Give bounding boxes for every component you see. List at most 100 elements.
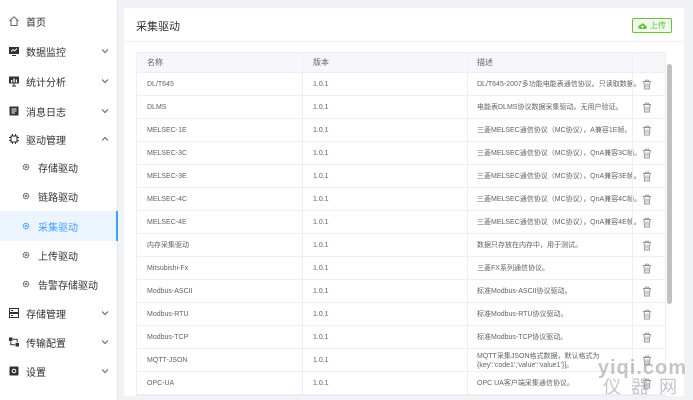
driver-description: 三菱MELSEC通信协议（MC协议），A兼容1E帧。 xyxy=(477,127,632,134)
table-row[interactable]: MQTT-JSON 1.0.1 MQTT采集JSON格式数据，默认格式为{key… xyxy=(137,349,665,372)
driver-table: 名称 版本 描述 DL/T645 1.0.1 DL/T645-2007多功能电能… xyxy=(136,52,666,396)
sidebar-item-storage-management[interactable]: 存储管理 xyxy=(0,298,118,328)
driver-description: 三菱MELSEC通信协议（MC协议），QnA兼容3C帧。 xyxy=(477,150,642,157)
chevron-down-icon xyxy=(101,109,109,114)
table-row[interactable]: MELSEC-1E 1.0.1 三菱MELSEC通信协议（MC协议），A兼容1E… xyxy=(137,119,665,142)
column-header-version: 版本 xyxy=(313,58,329,67)
table-header: 名称 版本 描述 xyxy=(137,53,665,73)
driver-name: Modbus-TCP xyxy=(147,334,189,341)
delete-icon[interactable] xyxy=(642,240,652,251)
delete-icon[interactable] xyxy=(642,125,652,136)
delete-icon[interactable] xyxy=(642,102,652,113)
driver-version: 1.0.1 xyxy=(313,173,329,180)
driver-version: 1.0.1 xyxy=(313,104,329,111)
table-row[interactable]: 内存采集驱动 1.0.1 数据只存放在内存中，用于测试。 xyxy=(137,234,665,257)
watermark-line1: yiqi.com xyxy=(597,357,687,379)
sidebar-item-label: 链路驱动 xyxy=(38,192,78,204)
chevron-down-icon xyxy=(101,311,109,316)
driver-version: 1.0.1 xyxy=(313,150,329,157)
watermark-line2: 仪器网 xyxy=(603,377,687,397)
sidebar-item-collection-driver[interactable]: 采集驱动 xyxy=(0,211,118,241)
sidebar-item-driver-management[interactable]: 驱动管理 xyxy=(0,124,118,154)
driver-description: DL/T645-2007多功能电能表通信协议。只读取数据。 xyxy=(477,81,641,88)
sidebar-item-label: 存储驱动 xyxy=(38,163,78,175)
driver-version: 1.0.1 xyxy=(313,127,329,134)
watermark: yiqi.com 仪器网 xyxy=(598,358,687,396)
chevron-down-icon xyxy=(101,49,109,54)
delete-icon[interactable] xyxy=(642,217,652,228)
table-row[interactable]: Modbus-RTU 1.0.1 标准Modbus-RTU协议驱动。 xyxy=(137,303,665,326)
driver-name: DLMS xyxy=(147,104,167,111)
sidebar-item-statistics[interactable]: 统计分析 xyxy=(0,66,118,96)
table-row[interactable]: OPC-UA 1.0.1 OPC UA客户端采集通信协议。 xyxy=(137,372,665,395)
driver-description: 标准Modbus-ASCII协议驱动。 xyxy=(477,288,572,295)
chevron-up-icon xyxy=(101,136,109,141)
sidebar-item-link-driver[interactable]: 链路驱动 xyxy=(0,181,118,211)
sidebar-item-label: 数据监控 xyxy=(26,47,66,59)
driver-description: 电能表DLMS协议数据采集驱动。无用户验证。 xyxy=(477,104,623,111)
delete-icon[interactable] xyxy=(642,263,652,274)
gear-icon xyxy=(20,190,32,202)
delete-icon[interactable] xyxy=(642,194,652,205)
sidebar-item-upload-driver[interactable]: 上传驱动 xyxy=(0,240,118,270)
gear-icon xyxy=(20,220,32,232)
sidebar-item-label: 设置 xyxy=(26,367,46,379)
driver-version: 1.0.1 xyxy=(313,380,329,387)
sidebar-item-message-log[interactable]: 消息日志 xyxy=(0,96,118,126)
table-row[interactable]: MELSEC-4C 1.0.1 三菱MELSEC通信协议（MC协议），QnA兼容… xyxy=(137,188,665,211)
driver-name: OPC-UA xyxy=(147,380,175,387)
sidebar-item-label: 传输配置 xyxy=(26,338,66,350)
table-scrollbar[interactable] xyxy=(667,64,672,304)
sidebar-item-alarm-storage-driver[interactable]: 告警存储驱动 xyxy=(0,269,118,299)
delete-icon[interactable] xyxy=(642,286,652,297)
delete-icon[interactable] xyxy=(642,148,652,159)
table-row[interactable]: DL/T645 1.0.1 DL/T645-2007多功能电能表通信协议。只读取… xyxy=(137,73,665,96)
chevron-down-icon xyxy=(101,369,109,374)
column-header-name: 名称 xyxy=(147,58,163,67)
sidebar-item-storage-driver[interactable]: 存储驱动 xyxy=(0,152,118,182)
table-row[interactable]: DLMS 1.0.1 电能表DLMS协议数据采集驱动。无用户验证。 xyxy=(137,96,665,119)
sidebar-item-label: 采集驱动 xyxy=(38,222,78,234)
driver-description: 数据只存放在内存中，用于测试。 xyxy=(477,242,582,249)
upload-button[interactable]: 上传 xyxy=(632,18,672,33)
delete-icon[interactable] xyxy=(642,171,652,182)
sidebar-item-label: 上传驱动 xyxy=(38,251,78,263)
column-header-description: 描述 xyxy=(477,58,493,67)
table-row[interactable]: Modbus-TCP 1.0.1 标准Modbus-TCP协议驱动。 xyxy=(137,326,665,349)
chip-icon xyxy=(8,133,20,145)
driver-name: MELSEC-1E xyxy=(147,127,187,134)
driver-description: 标准Modbus-RTU协议驱动。 xyxy=(477,311,568,318)
gear-icon xyxy=(20,278,32,290)
sidebar-item-label: 驱动管理 xyxy=(26,135,66,147)
table-row[interactable]: MELSEC-4E 1.0.1 三菱MELSEC通信协议（MC协议），QnA兼容… xyxy=(137,211,665,234)
driver-description: 三菱FX系列通信协议。 xyxy=(477,265,549,272)
driver-version: 1.0.1 xyxy=(313,81,329,88)
table-row[interactable]: MELSEC-3E 1.0.1 三菱MELSEC通信协议（MC协议），QnA兼容… xyxy=(137,165,665,188)
sidebar-item-label: 存储管理 xyxy=(26,309,66,321)
log-icon xyxy=(8,105,20,117)
sidebar-item-data-monitor[interactable]: 数据监控 xyxy=(0,36,118,66)
driver-description: 标准Modbus-TCP协议驱动。 xyxy=(477,334,568,341)
sidebar-item-home[interactable]: 首页 xyxy=(0,6,118,36)
upload-button-label: 上传 xyxy=(650,21,666,30)
driver-name: DL/T645 xyxy=(147,81,174,88)
table-row[interactable]: Mitsubishi-Fx 1.0.1 三菱FX系列通信协议。 xyxy=(137,257,665,280)
sidebar-item-settings[interactable]: 设置 xyxy=(0,356,118,386)
main-panel: 采集驱动 上传 名称 版本 描述 DL/T645 1.0.1 DL/T645-2… xyxy=(124,8,684,396)
sidebar-item-transfer-config[interactable]: 传输配置 xyxy=(0,327,118,357)
delete-icon[interactable] xyxy=(642,309,652,320)
table-row[interactable]: Modbus-ASCII 1.0.1 标准Modbus-ASCII协议驱动。 xyxy=(137,280,665,303)
driver-name: MQTT-JSON xyxy=(147,357,188,364)
chevron-down-icon xyxy=(101,79,109,84)
sidebar-item-label: 消息日志 xyxy=(26,107,66,119)
driver-name: MELSEC-3E xyxy=(147,173,187,180)
gear-icon xyxy=(20,249,32,261)
delete-icon[interactable] xyxy=(642,332,652,343)
table-row[interactable]: MELSEC-3C 1.0.1 三菱MELSEC通信协议（MC协议），QnA兼容… xyxy=(137,142,665,165)
driver-version: 1.0.1 xyxy=(313,219,329,226)
driver-name: MELSEC-3C xyxy=(147,150,188,157)
driver-name: Modbus-ASCII xyxy=(147,288,193,295)
sidebar-item-label: 统计分析 xyxy=(26,77,66,89)
delete-icon[interactable] xyxy=(642,79,652,90)
home-icon xyxy=(8,15,20,27)
